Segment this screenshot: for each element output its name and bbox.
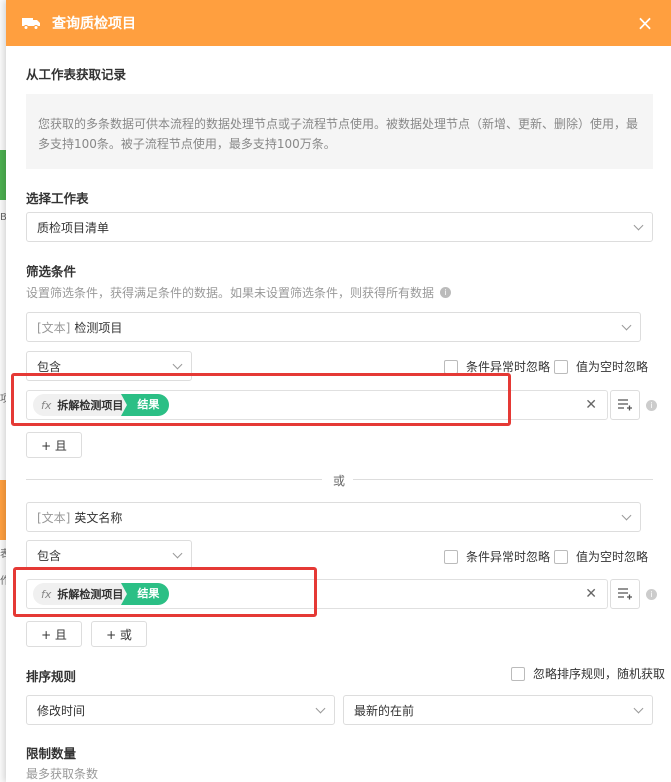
field-name: 英文名称: [74, 510, 123, 525]
sort-order-value: 最新的在前: [354, 703, 415, 718]
operator-value: 包含: [37, 548, 62, 563]
worksheet-label: 选择工作表: [26, 191, 89, 206]
checkbox-label: 值为空时忽略: [576, 360, 649, 374]
chevron-down-icon: [621, 510, 632, 520]
filter-hint: 设置筛选条件，获得满足条件的数据。如果未设置筛选条件，则获得所有数据 i: [26, 284, 452, 301]
list-add-icon: [618, 588, 632, 600]
sort-field-value: 修改时间: [37, 703, 86, 718]
checkbox-box[interactable]: [554, 359, 568, 374]
panel-header: 查询质检项目 ×: [6, 0, 671, 46]
clear-icon[interactable]: ✕: [585, 397, 597, 413]
chevron-down-icon: [621, 320, 632, 330]
highlight-box: [11, 373, 511, 426]
list-add-icon: [618, 399, 632, 411]
worksheet-select[interactable]: 质检项目清单: [26, 212, 653, 242]
add-and-button[interactable]: + 且: [26, 432, 82, 458]
section-title-source: 从工作表获取记录: [26, 67, 127, 82]
chevron-down-icon: [633, 220, 644, 230]
filter-field-select[interactable]: [文本] 英文名称: [26, 502, 641, 532]
chevron-down-icon: [172, 548, 183, 558]
filter-field-select[interactable]: [文本] 检测项目: [26, 312, 641, 342]
info-note: 您获取的多条数据可供本流程的数据处理节点或子流程节点使用。被数据处理节点（新增、…: [26, 94, 653, 169]
truck-icon: [22, 18, 40, 30]
worksheet-value: 质检项目清单: [37, 220, 110, 235]
checkbox-box[interactable]: [444, 549, 458, 564]
chevron-down-icon: [315, 703, 326, 713]
random-order-checkbox[interactable]: 忽略排序规则，随机获取: [511, 665, 665, 682]
ignore-empty-checkbox[interactable]: 值为空时忽略: [554, 358, 648, 375]
field-type-tag: [文本]: [37, 510, 71, 525]
sort-field-select[interactable]: 修改时间: [26, 695, 335, 725]
checkbox-box[interactable]: [554, 549, 568, 564]
panel-title: 查询质检项目: [52, 16, 136, 32]
or-label: 或: [333, 474, 346, 488]
sort-order-select[interactable]: 最新的在前: [343, 695, 653, 725]
checkbox-box[interactable]: [444, 359, 458, 374]
limit-hint: 最多获取条数: [26, 767, 99, 781]
checkbox-label: 条件异常时忽略: [466, 550, 551, 564]
ignore-empty-checkbox[interactable]: 值为空时忽略: [554, 548, 648, 565]
field-name: 检测项目: [74, 320, 123, 335]
ignore-error-checkbox[interactable]: 条件异常时忽略: [444, 548, 550, 565]
chevron-down-icon: [172, 359, 183, 369]
filter-label: 筛选条件: [26, 264, 77, 279]
sort-label: 排序规则: [26, 669, 77, 684]
divider: [26, 479, 322, 480]
checkbox-label: 忽略排序规则，随机获取: [533, 667, 666, 681]
info-icon[interactable]: i: [646, 400, 657, 411]
close-icon[interactable]: ×: [635, 11, 655, 35]
operator-value: 包含: [37, 359, 62, 374]
field-picker-button[interactable]: [610, 579, 640, 609]
info-icon[interactable]: i: [440, 287, 452, 298]
info-icon[interactable]: i: [646, 589, 657, 600]
add-or-button[interactable]: + 或: [91, 621, 147, 647]
field-type-tag: [文本]: [37, 320, 71, 335]
checkbox-label: 值为空时忽略: [576, 550, 649, 564]
filter-hint-text: 设置筛选条件，获得满足条件的数据。如果未设置筛选条件，则获得所有数据: [26, 286, 435, 300]
clear-icon[interactable]: ✕: [585, 586, 597, 602]
highlight-box: [13, 567, 317, 617]
limit-label: 限制数量: [26, 746, 77, 761]
divider: [353, 479, 653, 480]
operator-select[interactable]: 包含: [26, 540, 192, 570]
add-and-button[interactable]: + 且: [26, 621, 82, 647]
field-picker-button[interactable]: [610, 390, 640, 420]
checkbox-box[interactable]: [511, 666, 525, 681]
chevron-down-icon: [633, 703, 644, 713]
